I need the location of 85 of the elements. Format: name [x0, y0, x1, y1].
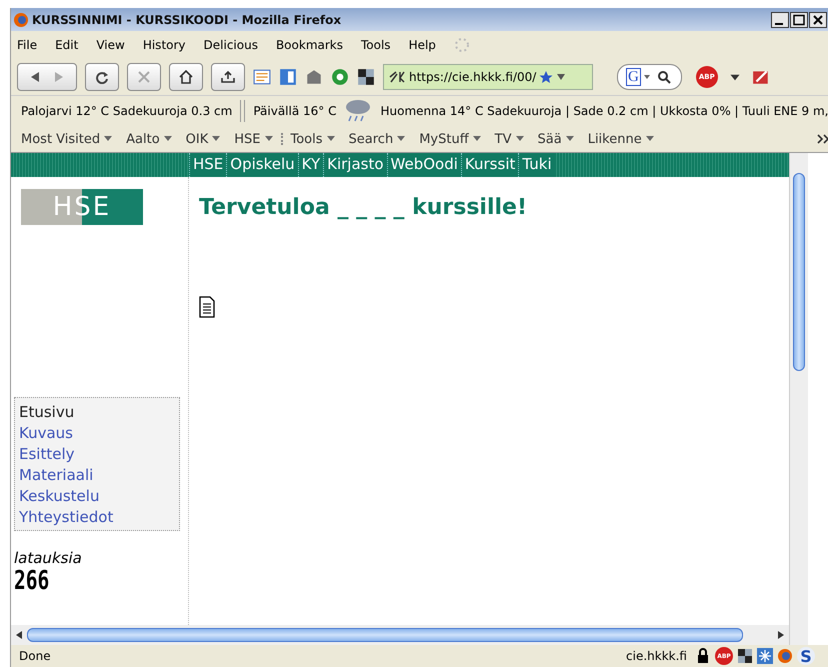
browser-logo-icon[interactable] — [777, 648, 793, 664]
site-nav-link[interactable]: Kirjasto — [323, 153, 387, 177]
sidebar-link[interactable]: Keskustelu — [19, 486, 175, 507]
caret-icon — [566, 136, 574, 142]
site-nav-link[interactable]: WebOodi — [386, 153, 461, 177]
ring-icon[interactable] — [331, 68, 349, 86]
counter-value: 266 — [14, 567, 50, 595]
upload-button[interactable] — [211, 63, 245, 91]
menu-item[interactable]: Edit — [55, 38, 78, 52]
sidebar-link[interactable]: Materiaali — [19, 465, 175, 486]
bookmark-folder[interactable]: HSE — [234, 132, 272, 146]
bookmark-folder[interactable]: MyStuff — [419, 132, 481, 146]
window-title: KURSSINNIMI - KURSSIKOODI - Mozilla Firefox — [32, 12, 342, 26]
weather-text: Päivällä 16° C — [253, 104, 336, 118]
search-field[interactable]: G — [617, 64, 682, 90]
caret-icon — [264, 136, 272, 142]
upload-icon — [221, 70, 235, 84]
box-icon[interactable] — [305, 68, 323, 86]
bookmark-folder[interactable]: Most Visited — [21, 132, 112, 146]
menu-item[interactable]: Delicious — [204, 38, 258, 52]
caret-icon — [104, 136, 112, 142]
menu-item[interactable]: Bookmarks — [276, 38, 343, 52]
sidebar-icon[interactable] — [279, 68, 297, 86]
sidebar-link[interactable]: Esittely — [19, 444, 175, 465]
menu-item[interactable]: Help — [408, 38, 436, 52]
menu-item[interactable]: File — [17, 38, 38, 52]
edit-page-icon[interactable] — [752, 68, 770, 86]
bookmark-folder[interactable]: Liikenne — [588, 132, 654, 146]
bookmark-folder[interactable]: Tools — [290, 132, 335, 146]
caret-icon — [164, 136, 172, 142]
document-icon[interactable] — [199, 296, 215, 318]
chevron-icon[interactable] — [817, 134, 828, 144]
left-arrow-icon[interactable] — [15, 631, 23, 639]
page-heading: Tervetuloa _ _ _ _ kurssille! — [199, 195, 528, 220]
close-icon — [137, 70, 151, 84]
caret-icon — [472, 136, 481, 142]
sidebar-link[interactable]: Yhteystiedot — [19, 507, 175, 528]
search-icon[interactable] — [642, 70, 673, 84]
site-nav-link[interactable]: Tuki — [518, 153, 555, 177]
home-button[interactable] — [169, 63, 203, 91]
caret-icon — [516, 136, 524, 142]
site-nav-link[interactable]: Kurssit — [460, 153, 518, 177]
reload-icon — [95, 70, 109, 84]
menu-item[interactable]: History — [142, 38, 186, 52]
home-icon — [179, 70, 193, 84]
lock-icon — [695, 648, 711, 664]
browser-logo-icon — [13, 12, 29, 28]
sidebar-link[interactable]: Etusivu — [19, 402, 175, 423]
minimize-icon[interactable] — [771, 12, 789, 28]
reload-button[interactable] — [85, 63, 119, 91]
page-list-icon[interactable] — [253, 68, 271, 86]
maximize-icon[interactable] — [790, 12, 808, 28]
status-domain: cie.hkkk.fi — [626, 649, 687, 663]
rain-cloud-icon — [344, 98, 372, 124]
address-field[interactable]: https://cie.hkkk.fi/00/ — [383, 64, 593, 90]
site-nav-link[interactable]: KY — [298, 153, 324, 177]
bookmark-folder[interactable]: Sää — [538, 132, 574, 146]
weather-text: Palojarvi 12° C Sadekuuroja 0.3 cm — [21, 104, 232, 118]
caret-icon — [326, 136, 335, 142]
caret-icon — [212, 136, 220, 142]
caret-icon — [646, 136, 654, 142]
bookmark-folder[interactable]: Aalto — [126, 132, 172, 146]
status-text: Done — [19, 649, 52, 663]
sidebar-link[interactable]: Kuvaus — [19, 423, 175, 444]
bookmark-folder[interactable]: Search — [348, 132, 406, 146]
right-arrow-icon[interactable] — [777, 631, 785, 639]
counter-label: latauksia — [14, 549, 83, 567]
stop-button[interactable] — [127, 63, 161, 91]
menu-item[interactable]: View — [96, 38, 125, 52]
bookmark-folder[interactable]: OIK — [186, 132, 220, 146]
site-nav-link[interactable]: HSE — [189, 153, 226, 177]
site-nav-link[interactable]: Opiskelu — [226, 153, 298, 177]
close-icon[interactable] — [809, 12, 827, 28]
back-forward-button[interactable] — [17, 63, 77, 91]
s-badge[interactable]: S — [797, 647, 815, 665]
weather-text: Huomenna 14° C Sadekuuroja | Sade 0.2 cm | Ukkosta 0% | Tuuli ENE 9 m, — [380, 104, 828, 118]
checker-icon[interactable] — [737, 648, 753, 664]
bookmark-folder[interactable]: TV — [494, 132, 524, 146]
star-icon[interactable] — [539, 70, 554, 84]
menu-item[interactable]: Tools — [361, 38, 391, 52]
snowflake-icon[interactable] — [757, 648, 773, 664]
loading-icon — [454, 37, 470, 53]
checker-icon[interactable] — [357, 68, 375, 86]
site-icon — [388, 70, 406, 84]
caret-icon — [397, 136, 406, 142]
